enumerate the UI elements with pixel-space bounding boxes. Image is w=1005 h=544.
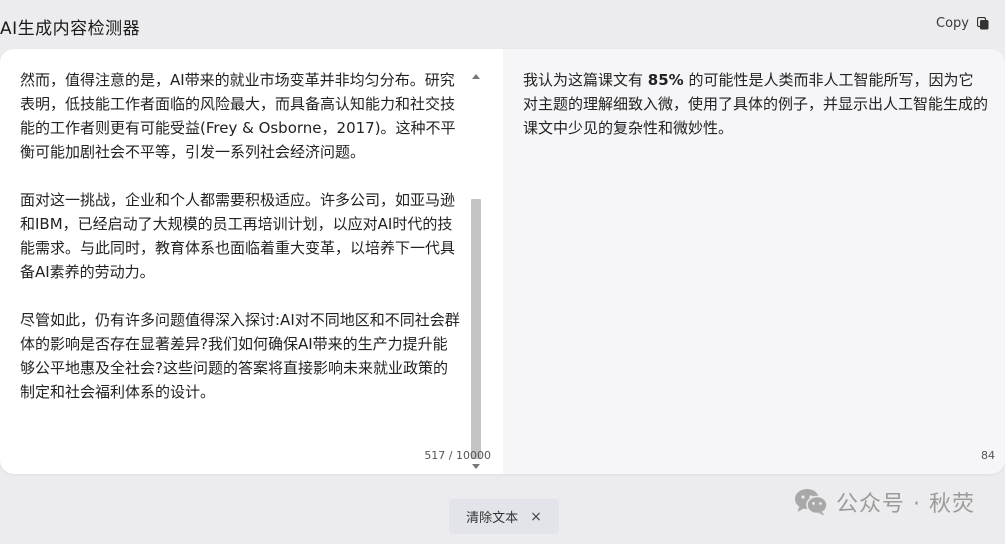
watermark: 公众号 · 秋荧 <box>794 486 975 518</box>
scroll-down-arrow-icon[interactable] <box>472 464 480 469</box>
detector-panels: 然而，值得注意的是，AI带来的就业市场变革并非均匀分布。研究表明，低技能工作者面… <box>0 49 1005 474</box>
input-textarea[interactable]: 然而，值得注意的是，AI带来的就业市场变革并非均匀分布。研究表明，低技能工作者面… <box>20 68 460 448</box>
char-count: 517 / 10000 <box>424 449 491 462</box>
watermark-text: 公众号 · 秋荧 <box>836 492 975 517</box>
result-panel: 我认为这篇课文有 85% 的可能性是人类而非人工智能所写，因为它对主题的理解细致… <box>503 49 1005 474</box>
scroll-up-arrow-icon[interactable] <box>472 74 480 79</box>
input-scrollbar[interactable] <box>469 71 483 474</box>
input-paragraph: 面对这一挑战，企业和个人都需要积极适应。许多公司，如亚马逊和IBM，已经启动了大… <box>20 191 456 281</box>
result-text-before: 我认为这篇课文有 <box>523 71 648 89</box>
copy-label: Copy <box>936 16 969 31</box>
app-title: AI生成内容检测器 <box>0 19 141 39</box>
wechat-icon <box>795 489 828 516</box>
close-icon: × <box>530 508 542 525</box>
clear-text-label: 清除文本 <box>466 511 519 526</box>
word-count: 84 <box>981 449 995 462</box>
clear-text-button[interactable]: 清除文本 × <box>449 499 559 534</box>
input-paragraph: 然而，值得注意的是，AI带来的就业市场变革并非均匀分布。研究表明，低技能工作者面… <box>20 71 456 161</box>
input-paragraph: 尽管如此，仍有许多问题值得深入探讨:AI对不同地区和不同社会群体的影响是否存在显… <box>20 311 460 401</box>
input-panel: 然而，值得注意的是，AI带来的就业市场变革并非均匀分布。研究表明，低技能工作者面… <box>0 49 503 474</box>
result-percentage: 85% <box>647 71 684 89</box>
copy-icon <box>977 17 989 30</box>
scroll-thumb[interactable] <box>471 199 481 459</box>
result-text: 我认为这篇课文有 85% 的可能性是人类而非人工智能所写，因为它对主题的理解细致… <box>523 68 988 140</box>
copy-button[interactable]: Copy <box>936 16 989 31</box>
header: AI生成内容检测器 Copy <box>0 0 1005 50</box>
